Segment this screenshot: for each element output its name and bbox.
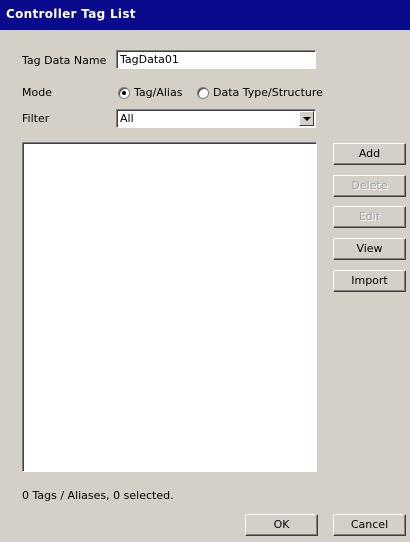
tag-list-box[interactable] [22, 142, 317, 472]
ok-button[interactable]: OK [245, 514, 318, 536]
filter-select[interactable]: All [116, 109, 316, 128]
chevron-down-icon [303, 117, 311, 121]
import-button[interactable]: Import [333, 270, 406, 292]
tag-data-name-input[interactable]: TagData01 [116, 50, 316, 69]
mode-radio-data-type-structure[interactable] [197, 87, 209, 99]
status-text: 0 Tags / Aliases, 0 selected. [22, 489, 174, 502]
mode-radio-tag-alias[interactable] [118, 87, 130, 99]
filter-dropdown-button[interactable] [299, 111, 314, 126]
delete-button[interactable]: Delete [333, 175, 406, 197]
tag-data-name-label: Tag Data Name [22, 54, 107, 67]
tag-data-name-value: TagData01 [120, 53, 179, 66]
cancel-button[interactable]: Cancel [333, 514, 406, 536]
add-button[interactable]: Add [333, 143, 406, 165]
view-button[interactable]: View [333, 238, 406, 260]
mode-option-data-type-structure-label: Data Type/Structure [213, 86, 323, 99]
filter-label: Filter [22, 112, 50, 125]
filter-selected-value: All [120, 112, 134, 125]
mode-label: Mode [22, 86, 52, 99]
window-title: Controller Tag List [6, 7, 136, 21]
mode-option-tag-alias-label: Tag/Alias [134, 86, 183, 99]
edit-button[interactable]: Edit [333, 206, 406, 228]
title-bar: Controller Tag List [0, 0, 410, 30]
